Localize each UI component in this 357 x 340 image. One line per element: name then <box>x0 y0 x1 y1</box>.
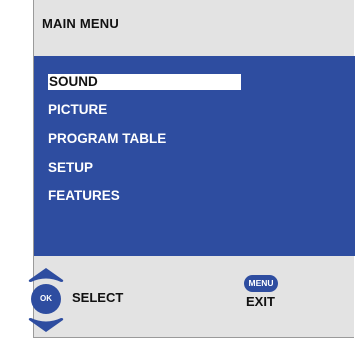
menu-item-features[interactable]: FEATURES <box>48 188 120 204</box>
arrow-up-icon[interactable] <box>28 268 64 282</box>
menu-item-sound[interactable]: SOUND <box>48 74 241 90</box>
menu-title: MAIN MENU <box>42 16 119 31</box>
main-menu-window: MAIN MENU SOUND PICTURE PROGRAM TABLE SE… <box>33 0 355 338</box>
arrow-down-icon[interactable] <box>28 318 64 332</box>
select-hint-label: SELECT <box>72 290 124 305</box>
menu-item-program-table[interactable]: PROGRAM TABLE <box>48 131 166 147</box>
menu-item-picture[interactable]: PICTURE <box>48 102 107 118</box>
menu-button[interactable]: MENU <box>244 275 278 292</box>
menu-list-panel: SOUND PICTURE PROGRAM TABLE SETUP FEATUR… <box>34 56 355 256</box>
ok-button[interactable]: OK <box>31 284 61 314</box>
exit-hint-label: EXIT <box>246 294 275 309</box>
menu-item-setup[interactable]: SETUP <box>48 160 93 176</box>
